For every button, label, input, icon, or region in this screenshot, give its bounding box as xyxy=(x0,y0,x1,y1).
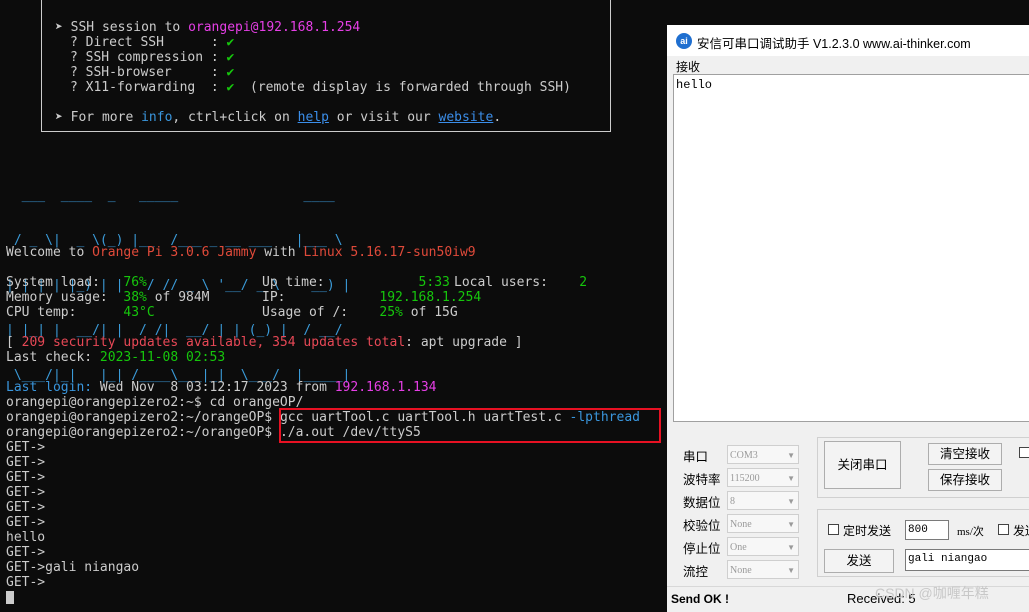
x11-forwarding-line: ? X11-forwarding : ✔ (remote display is … xyxy=(70,80,571,95)
ssh-session-line: ➤ SSH session to orangepi@192.168.1.254 xyxy=(55,20,361,35)
output-line: GET-> xyxy=(6,545,46,560)
output-line: GET-> xyxy=(6,440,46,455)
last-check-line: Last check: 2023-11-08 02:53 xyxy=(6,350,226,365)
databits-label: 数据位 xyxy=(683,496,721,510)
output-line: hello xyxy=(6,530,46,545)
output-line: GET-> xyxy=(6,485,46,500)
ai-thinker-logo-icon: ai xyxy=(676,33,692,49)
baud-label: 波特率 xyxy=(683,473,721,487)
output-line: GET->gali niangao xyxy=(6,560,140,575)
help-link[interactable]: help xyxy=(298,110,329,125)
disk-usage-row: Usage of /: 25% of 15G xyxy=(262,305,458,320)
send-button[interactable]: 发送 xyxy=(824,549,894,573)
welcome-line: Welcome to Orange Pi 3.0.6 Jammy with Li… xyxy=(6,245,476,260)
flow-label: 流控 xyxy=(683,565,709,579)
terminal-window[interactable]: ➤ SSH session to orangepi@192.168.1.254 … xyxy=(0,0,666,611)
clear-receive-button[interactable]: 清空接收 xyxy=(928,443,1002,465)
direct-ssh-line: ? Direct SSH : ✔ xyxy=(70,35,235,50)
stopbits-label: 停止位 xyxy=(683,542,721,556)
uptime-row: Up time: 5:33 xyxy=(262,275,450,290)
flow-select[interactable]: None ▼ xyxy=(727,560,799,579)
receive-label: 接收 xyxy=(676,60,701,74)
port-select[interactable]: COM3 ▼ xyxy=(727,445,799,464)
interval-input[interactable]: 800 xyxy=(905,520,949,540)
port-label: 串口 xyxy=(683,450,709,464)
chevron-down-icon: ▼ xyxy=(787,520,795,529)
output-line: GET-> xyxy=(6,500,46,515)
timed-send-label: 定时发送 xyxy=(843,524,892,538)
last-login-line: Last login: Wed Nov 8 03:12:17 2023 from… xyxy=(6,380,437,395)
baud-select[interactable]: 115200 ▼ xyxy=(727,468,799,487)
more-info-line: ➤ For more info, ctrl+click on help or v… xyxy=(55,110,502,125)
hex-display-checkbox[interactable] xyxy=(1019,447,1029,458)
interval-unit: ms/次 xyxy=(957,526,984,538)
terminal-cursor xyxy=(6,590,14,605)
window-title: 安信可串口调试助手 V1.2.3.0 www.ai-thinker.com xyxy=(697,37,971,51)
send-newline-label: 发送 xyxy=(1013,524,1029,538)
chevron-down-icon: ▼ xyxy=(787,451,795,460)
close-port-button[interactable]: 关闭串口 xyxy=(824,441,901,489)
databits-select[interactable]: 8 ▼ xyxy=(727,491,799,510)
parity-label: 校验位 xyxy=(683,519,721,533)
website-link[interactable]: website xyxy=(439,110,494,125)
cpu-temp-row: CPU temp: 43°C xyxy=(6,305,155,320)
output-line: GET-> xyxy=(6,470,46,485)
local-users-row: Local users: 2 xyxy=(454,275,588,290)
serial-assistant-window: ai 安信可串口调试助手 V1.2.3.0 www.ai-thinker.com… xyxy=(667,25,1029,612)
save-receive-button[interactable]: 保存接收 xyxy=(928,469,1002,491)
chevron-down-icon: ▼ xyxy=(787,566,795,575)
ip-row: IP: 192.168.1.254 xyxy=(262,290,482,305)
highlight-box xyxy=(279,408,661,443)
output-line: GET-> xyxy=(6,455,46,470)
ssh-compression-line: ? SSH compression : ✔ xyxy=(70,50,235,65)
send-status: Send OK ! xyxy=(671,592,730,606)
chevron-down-icon: ▼ xyxy=(787,497,795,506)
output-line: GET-> xyxy=(6,515,46,530)
timed-send-checkbox[interactable] xyxy=(828,524,839,535)
stopbits-select[interactable]: One ▼ xyxy=(727,537,799,556)
info-link[interactable]: info xyxy=(141,110,172,125)
prompt-cd-line: orangepi@orangepizero2:~$ cd orangeOP/ xyxy=(6,395,304,410)
title-bar[interactable]: ai 安信可串口调试助手 V1.2.3.0 www.ai-thinker.com xyxy=(667,25,1029,56)
output-line: GET-> xyxy=(6,575,46,590)
receive-textarea[interactable]: hello xyxy=(673,74,1029,422)
chevron-down-icon: ▼ xyxy=(787,474,795,483)
memory-usage-row: Memory usage: 38% of 984M xyxy=(6,290,210,305)
ssh-browser-line: ? SSH-browser : ✔ xyxy=(70,65,235,80)
csdn-watermark: CSDN @咖喱年糕 xyxy=(875,585,989,601)
chevron-down-icon: ▼ xyxy=(787,543,795,552)
system-load-row: System load: 76% xyxy=(6,275,147,290)
send-input[interactable]: gali niangao xyxy=(905,549,1029,571)
parity-select[interactable]: None ▼ xyxy=(727,514,799,533)
updates-line: [ 209 security updates available, 354 up… xyxy=(6,335,523,350)
send-newline-checkbox[interactable] xyxy=(998,524,1009,535)
